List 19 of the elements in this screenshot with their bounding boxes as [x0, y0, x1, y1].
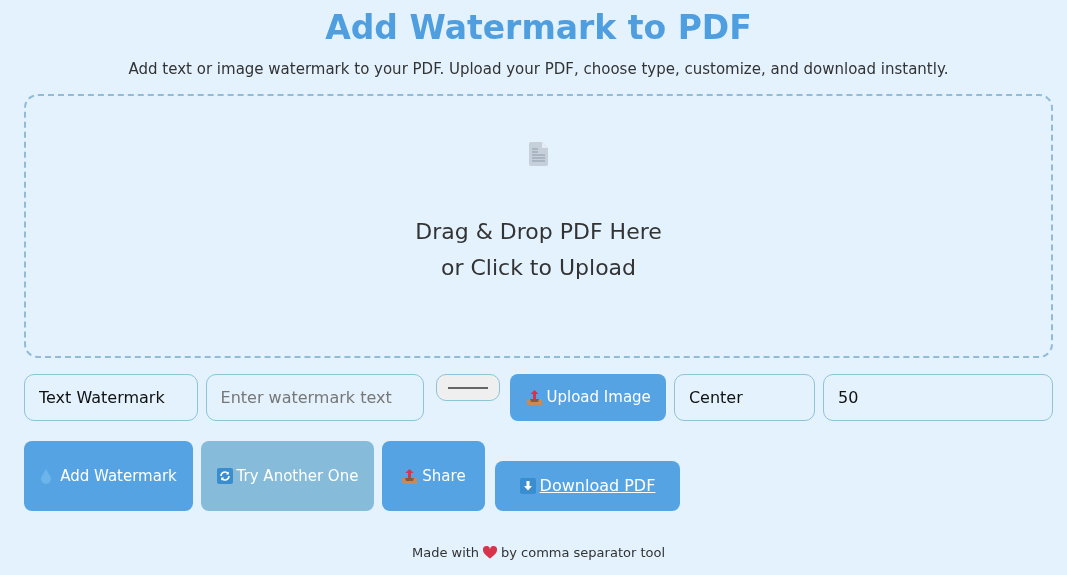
color-picker[interactable]: [435, 374, 501, 402]
upload-tray-icon: [401, 467, 419, 485]
dropzone-text: or Click to Upload: [440, 254, 637, 283]
watermark-text-field[interactable]: Enter watermark text: [205, 374, 424, 422]
footer-text: by: [501, 544, 518, 563]
page-title: Add Watermark to PDF: [324, 8, 753, 48]
footer-link[interactable]: comma separator tool: [521, 543, 666, 563]
download-icon: [519, 478, 536, 495]
size-field[interactable]: 50: [823, 374, 1053, 422]
position-select[interactable]: Center: [673, 374, 815, 422]
footer-text: Made with: [411, 544, 480, 563]
document-icon: [528, 142, 549, 167]
heart-icon: [483, 546, 498, 560]
upload-dropzone[interactable]: Drag & Drop PDF Here or Click to Upload: [24, 94, 1053, 359]
page-subtitle: Add text or image watermark to your PDF. Upload your PDF, choose type, customize, and download instantly.: [127, 58, 950, 80]
refresh-icon: [216, 468, 233, 485]
dropzone-text: Drag & Drop PDF Here: [415, 218, 662, 247]
upload-tray-icon: [525, 389, 543, 407]
watermark-type-select[interactable]: Text Watermark: [24, 374, 198, 422]
